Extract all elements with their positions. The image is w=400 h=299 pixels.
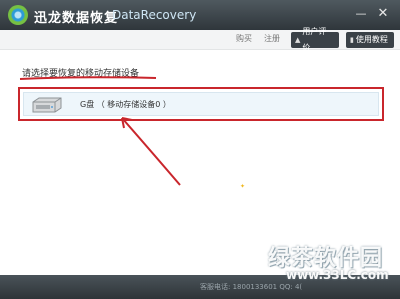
register-link[interactable]: 注册 — [264, 33, 280, 44]
watermark-url: www.33LC.com — [286, 268, 389, 282]
drive-icon — [32, 97, 62, 113]
app-logo-icon — [8, 5, 28, 25]
app-title: 迅龙数据恢复 — [34, 11, 119, 26]
title-bar: 迅龙数据恢复 DataRecovery — ✕ — [0, 0, 400, 30]
device-highlight-box: G盘 （ 移动存储设备0 ） — [18, 87, 384, 121]
contact-info: 客服电话: 1800133601 QQ: 4( — [200, 283, 303, 291]
red-arrow-annotation — [121, 117, 181, 186]
minimize-button[interactable]: — — [354, 7, 368, 21]
app-subtitle: DataRecovery — [112, 8, 197, 22]
tutorial-label: 使用教程 — [355, 35, 388, 44]
device-list-item[interactable]: G盘 （ 移动存储设备0 ） — [23, 92, 379, 116]
tutorial-button[interactable]: ▮ 使用教程 — [346, 32, 394, 48]
close-button[interactable]: ✕ — [376, 7, 390, 21]
sparkle-icon: ✦ — [240, 183, 246, 190]
user-review-label: 用户评价 — [302, 27, 327, 52]
red-underline-annotation — [19, 76, 157, 80]
user-review-button[interactable]: ▲ 用户评价 — [291, 27, 339, 52]
thumbs-up-icon: ▲ — [295, 36, 301, 44]
buy-link[interactable]: 购买 — [236, 33, 252, 44]
toolbar: 购买 注册 ▲ 用户评价 ▮ 使用教程 — [0, 27, 400, 52]
book-icon: ▮ — [350, 36, 354, 44]
